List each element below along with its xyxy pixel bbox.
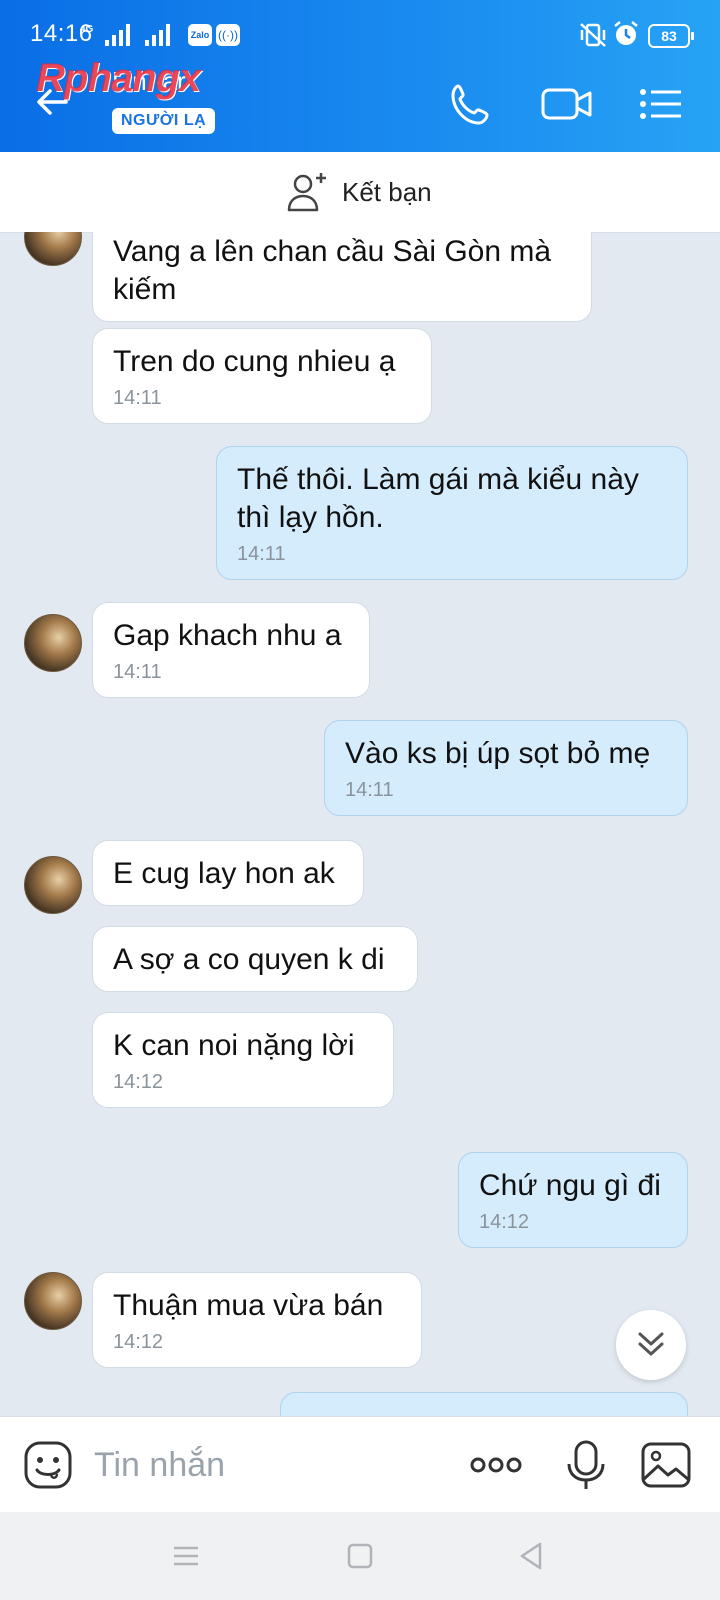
home-icon[interactable] xyxy=(344,1540,376,1572)
message-bubble[interactable]: Vang a lên chan cầu Sài Gòn mà kiếm xyxy=(92,232,592,322)
message-input-bar xyxy=(0,1416,720,1513)
more-options-icon[interactable] xyxy=(468,1439,524,1491)
emoji-icon[interactable] xyxy=(22,1439,74,1491)
alarm-icon xyxy=(614,21,638,45)
message-bubble[interactable]: Thuận mua vừa bán 14:12 xyxy=(92,1272,422,1368)
message-text: Thuận mua vừa bán xyxy=(113,1289,384,1322)
message-bubble[interactable]: E cug lay hon ak xyxy=(92,840,364,906)
hotspot-icon: ((·)) xyxy=(216,24,240,46)
add-friend-button[interactable]: Kết bạn xyxy=(286,168,432,216)
message-text: E cug lay hon ak xyxy=(113,857,335,890)
app-bar: Lin ·ar Rphangx NGƯỜI LẠ xyxy=(0,56,720,152)
message-text: Vang a lên chan cầu Sài Gòn mà kiếm xyxy=(113,235,552,306)
message-text: K can noi nặng lời xyxy=(113,1029,355,1062)
avatar[interactable] xyxy=(24,1272,82,1330)
message-text: A sợ a co quyen k di xyxy=(113,943,385,976)
message-bubble[interactable]: A sợ a co quyen k di xyxy=(92,926,418,992)
message-time: 14:11 xyxy=(345,779,394,801)
message-list[interactable]: Vang a lên chan cầu Sài Gòn mà kiếm Tren… xyxy=(0,232,720,1416)
avatar[interactable] xyxy=(24,232,82,266)
add-friend-bar: Kết bạn xyxy=(0,152,720,233)
message-bubble[interactable]: Gap khach nhu a 14:11 xyxy=(92,602,370,698)
image-gallery-icon[interactable] xyxy=(640,1439,692,1491)
message-time: 14:12 xyxy=(113,1331,164,1353)
add-friend-label: Kết bạn xyxy=(342,176,432,207)
add-user-icon xyxy=(287,173,326,212)
battery-indicator: 83 xyxy=(648,24,694,48)
message-bubble[interactable]: Vào ks bị úp sọt bỏ mẹ 14:11 xyxy=(324,720,688,816)
signal-icon xyxy=(105,24,130,46)
avatar[interactable] xyxy=(24,856,82,914)
message-time: 14:12 xyxy=(479,1211,530,1233)
message-text: Chứ ngu gì đi xyxy=(479,1169,661,1202)
message-time: 14:11 xyxy=(113,661,162,683)
stranger-badge: NGƯỜI LẠ xyxy=(112,108,216,134)
message-bubble[interactable]: K can noi nặng lời 14:12 xyxy=(92,1012,394,1108)
signal-icon-2 xyxy=(145,24,170,46)
phone-call-icon[interactable] xyxy=(448,80,496,128)
message-bubble[interactable]: Thế thôi. Làm gái mà kiểu này thì lạy hồ… xyxy=(216,446,688,580)
message-text: Gap khach nhu a xyxy=(113,619,342,652)
back-nav-icon[interactable] xyxy=(516,1540,548,1572)
double-chevron-down-icon xyxy=(638,1332,664,1356)
chat-header: 14:16 4G Zalo ((·)) 83 Lin ·ar Rphangx N… xyxy=(0,0,720,152)
message-input[interactable] xyxy=(92,1439,456,1491)
network-type: 4G xyxy=(80,24,94,35)
back-button[interactable] xyxy=(32,82,72,122)
message-text: Tren do cung nhieu ạ xyxy=(113,345,396,378)
message-bubble-partial[interactable] xyxy=(280,1392,688,1416)
recent-apps-icon[interactable] xyxy=(170,1540,202,1572)
microphone-icon[interactable] xyxy=(560,1439,612,1491)
message-time: 14:12 xyxy=(113,1071,164,1093)
video-call-icon[interactable] xyxy=(540,80,594,128)
message-bubble[interactable]: Chứ ngu gì đi 14:12 xyxy=(458,1152,688,1248)
message-bubble[interactable]: Tren do cung nhieu ạ 14:11 xyxy=(92,328,432,424)
message-text: Thế thôi. Làm gái mà kiểu này thì lạy hồ… xyxy=(237,463,639,534)
status-bar: 14:16 4G Zalo ((·)) 83 xyxy=(0,0,720,56)
avatar[interactable] xyxy=(24,614,82,672)
vibrate-mute-icon xyxy=(580,23,606,47)
message-time: 14:11 xyxy=(237,543,286,565)
menu-list-icon[interactable] xyxy=(636,80,684,128)
system-nav-bar xyxy=(0,1512,720,1600)
scroll-to-bottom-button[interactable] xyxy=(616,1310,686,1380)
message-text: Vào ks bị úp sọt bỏ mẹ xyxy=(345,737,651,770)
zalo-icon: Zalo xyxy=(188,24,212,46)
message-time: 14:11 xyxy=(113,387,162,409)
contact-name[interactable]: Lin ·ar xyxy=(112,66,186,97)
